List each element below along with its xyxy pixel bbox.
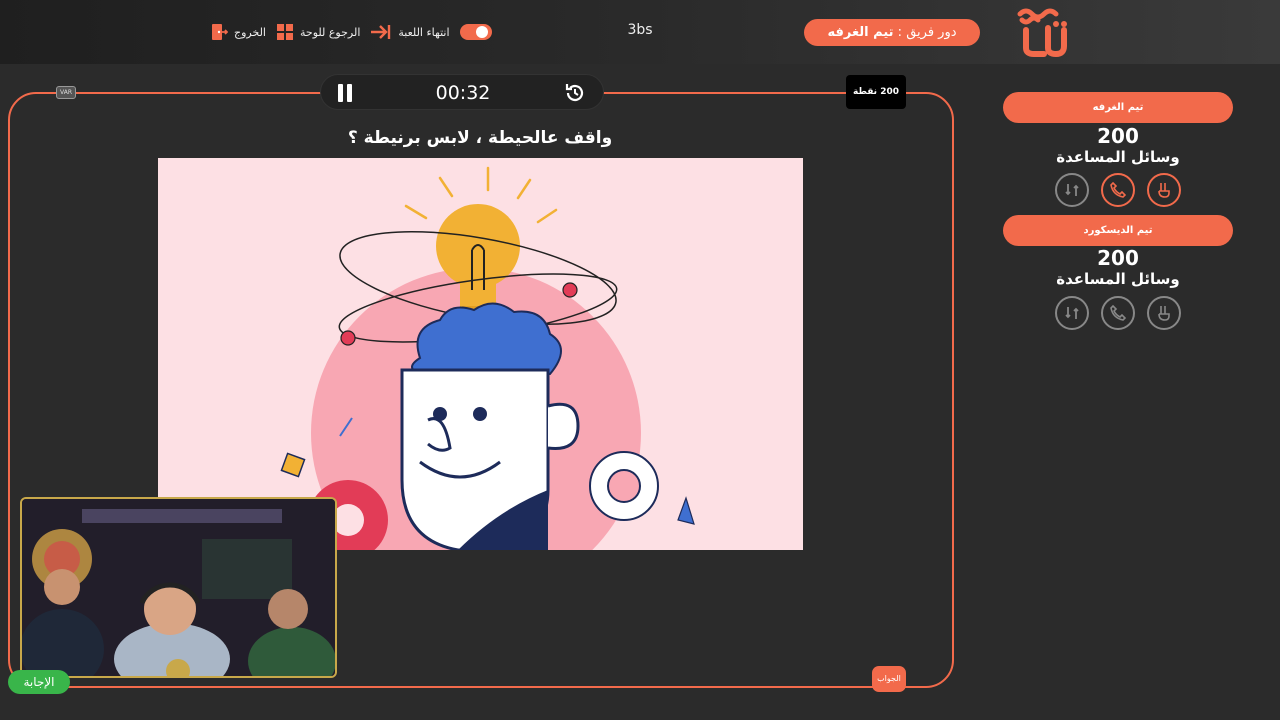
question-illustration (158, 158, 803, 550)
top-bar: دور فريق : تيم الغرفه 3bs الخروج الرجوع … (0, 0, 1280, 64)
timer-bar: 00:32 (320, 74, 604, 110)
timer-display: 00:32 (435, 82, 491, 104)
exit-door-icon (212, 24, 228, 40)
swap-turn-icon[interactable] (1055, 296, 1089, 330)
help-label: وسائل المساعدة (1056, 148, 1180, 166)
two-fingers-icon[interactable] (1147, 296, 1181, 330)
points-badge: 200 نقطة (846, 75, 906, 109)
webcam-answer-label: الإجابة (8, 670, 70, 694)
webcam-overlay (20, 497, 337, 678)
webcam-feed (22, 499, 335, 676)
back-to-board-button[interactable]: الرجوع للوحة (276, 23, 360, 41)
toolbar: الخروج الرجوع للوحة انتهاء اللعبة (210, 20, 492, 44)
end-game-button[interactable]: انتهاء اللعبة (370, 23, 450, 41)
team-score: 200 (1097, 246, 1139, 270)
help-icons (1055, 173, 1181, 207)
help-icons (1055, 296, 1181, 330)
phone-icon[interactable] (1101, 296, 1135, 330)
brand-logo (1017, 8, 1067, 58)
two-fingers-icon[interactable] (1147, 173, 1181, 207)
team-name-pill: تيم الديسكورد (1003, 215, 1233, 246)
current-turn-pill: دور فريق : تيم الغرفه (804, 19, 980, 46)
reset-timer-icon[interactable] (563, 81, 587, 105)
pause-icon[interactable] (335, 83, 355, 103)
turn-prefix: دور فريق : (893, 25, 957, 40)
arrow-into-line-icon (371, 25, 391, 39)
swap-turn-icon[interactable] (1055, 173, 1089, 207)
settings-toggle[interactable] (459, 24, 492, 40)
grid-icon (277, 24, 293, 40)
question-text: واقف عالحيطة ، لابس برنيطة ؟ (347, 128, 613, 148)
team-score: 200 (1097, 124, 1139, 148)
answer-button[interactable]: الجواب (872, 666, 906, 692)
game-name: 3bs (627, 22, 653, 38)
end-game-label: انتهاء اللعبة (398, 25, 450, 39)
idea-head-illustration (280, 166, 695, 550)
help-label: وسائل المساعدة (1056, 270, 1180, 288)
exit-label: الخروج (234, 25, 266, 39)
back-to-board-label: الرجوع للوحة (300, 25, 361, 39)
team-name-pill: تيم الغرفه (1003, 92, 1233, 123)
phone-icon[interactable] (1101, 173, 1135, 207)
exit-button[interactable]: الخروج (210, 23, 266, 41)
var-badge[interactable]: VAR (56, 86, 76, 99)
turn-team-name: تيم الغرفه (827, 25, 894, 40)
